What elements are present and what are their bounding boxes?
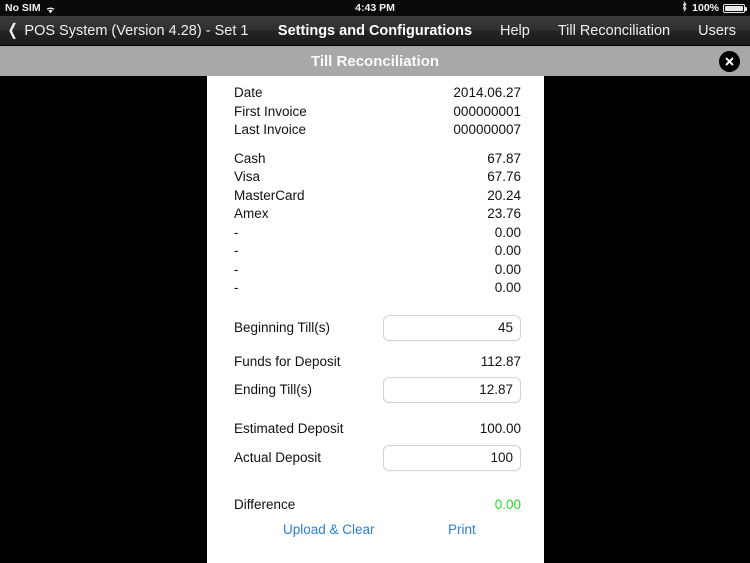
report-rows: Date 2014.06.27 First Invoice 000000001 …: [234, 84, 521, 514]
action-button-row: Upload & Clear Print: [234, 519, 521, 541]
beginning-till-input[interactable]: 45: [383, 314, 521, 341]
ending-till-row: Ending Till(s) 12.87: [234, 375, 521, 405]
nav-item-users[interactable]: Users: [684, 23, 750, 39]
row-label: -: [234, 280, 239, 295]
row-value: 0.00: [494, 261, 521, 277]
row-value: 67.87: [487, 150, 521, 166]
table-row: Cash 67.87: [234, 150, 521, 169]
actual-deposit-row: Actual Deposit 100: [234, 443, 521, 473]
estimated-deposit-label: Estimated Deposit: [234, 421, 344, 436]
beginning-till-label: Beginning Till(s): [234, 319, 331, 335]
navigation-bar: ❮ POS System (Version 4.28) - Set 1 Sett…: [0, 16, 750, 46]
print-button[interactable]: Print: [448, 519, 476, 541]
table-row: Last Invoice 000000007: [234, 121, 521, 140]
row-value: 23.76: [487, 206, 521, 221]
table-row: Visa 67.76: [234, 168, 521, 187]
row-value: 000000001: [453, 103, 521, 119]
ending-till-value: 12.87: [479, 382, 513, 397]
status-bar-time: 4:43 PM: [355, 2, 395, 14]
row-label: Last Invoice: [234, 122, 307, 137]
actual-deposit-value: 100: [490, 449, 513, 465]
difference-value: 0.00: [494, 496, 521, 512]
status-bar: No SIM 4:43 PM 100%: [0, 0, 750, 16]
table-row: - 0.00: [234, 279, 521, 298]
funds-for-deposit-row: Funds for Deposit 112.87: [234, 353, 521, 372]
nav-item-till-reconciliation[interactable]: Till Reconciliation: [544, 23, 684, 39]
difference-row: Difference 0.00: [234, 496, 521, 515]
row-label: First Invoice: [234, 103, 307, 119]
battery-percent-label: 100%: [692, 2, 719, 14]
row-label: Amex: [234, 206, 269, 221]
table-row: - 0.00: [234, 261, 521, 280]
table-row: - 0.00: [234, 242, 521, 261]
nav-item-help[interactable]: Help: [486, 23, 544, 39]
modal-title: Till Reconciliation: [310, 52, 440, 70]
row-label: Date: [234, 85, 263, 100]
table-row: Date 2014.06.27: [234, 84, 521, 103]
ending-till-input[interactable]: 12.87: [383, 377, 521, 403]
row-label: -: [234, 224, 239, 240]
row-label: -: [234, 261, 239, 277]
row-value: 000000007: [453, 122, 521, 137]
close-icon[interactable]: [719, 51, 740, 72]
table-row: - 0.00: [234, 224, 521, 243]
ending-till-label: Ending Till(s): [234, 382, 313, 397]
estimated-deposit-row: Estimated Deposit 100.00: [234, 420, 521, 439]
funds-for-deposit-value: 112.87: [480, 353, 521, 369]
pos-till-reconciliation-screen: No SIM 4:43 PM 100% ❮ POS System (Versio…: [0, 0, 750, 563]
row-label: MasterCard: [234, 187, 305, 203]
beginning-till-value: 45: [497, 319, 513, 335]
table-row: First Invoice 000000001: [234, 103, 521, 122]
row-label: -: [234, 243, 239, 258]
row-value: 0.00: [494, 280, 521, 295]
modal-header-bar: Till Reconciliation: [0, 46, 750, 76]
row-value: 20.24: [487, 187, 521, 203]
estimated-deposit-value: 100.00: [479, 421, 521, 436]
upload-and-clear-button[interactable]: Upload & Clear: [283, 519, 375, 541]
bluetooth-icon: [681, 1, 688, 15]
beginning-till-row: Beginning Till(s) 45: [234, 313, 521, 343]
funds-for-deposit-label: Funds for Deposit: [234, 353, 341, 369]
row-value: 0.00: [494, 243, 521, 258]
row-label: Cash: [234, 150, 266, 166]
table-row: Amex 23.76: [234, 205, 521, 224]
row-value: 2014.06.27: [453, 85, 521, 100]
status-bar-right: 100%: [681, 1, 747, 15]
nav-items: Help Till Reconciliation Users: [486, 16, 750, 46]
difference-label: Difference: [234, 496, 296, 512]
battery-full-icon: [723, 3, 747, 13]
actual-deposit-input[interactable]: 100: [383, 444, 521, 471]
row-label: Visa: [234, 169, 261, 184]
row-value: 67.76: [487, 169, 521, 184]
table-row: MasterCard 20.24: [234, 187, 521, 206]
actual-deposit-label: Actual Deposit: [234, 449, 322, 465]
till-reconciliation-panel: Date 2014.06.27 First Invoice 000000001 …: [207, 76, 544, 563]
row-value: 0.00: [494, 224, 521, 240]
